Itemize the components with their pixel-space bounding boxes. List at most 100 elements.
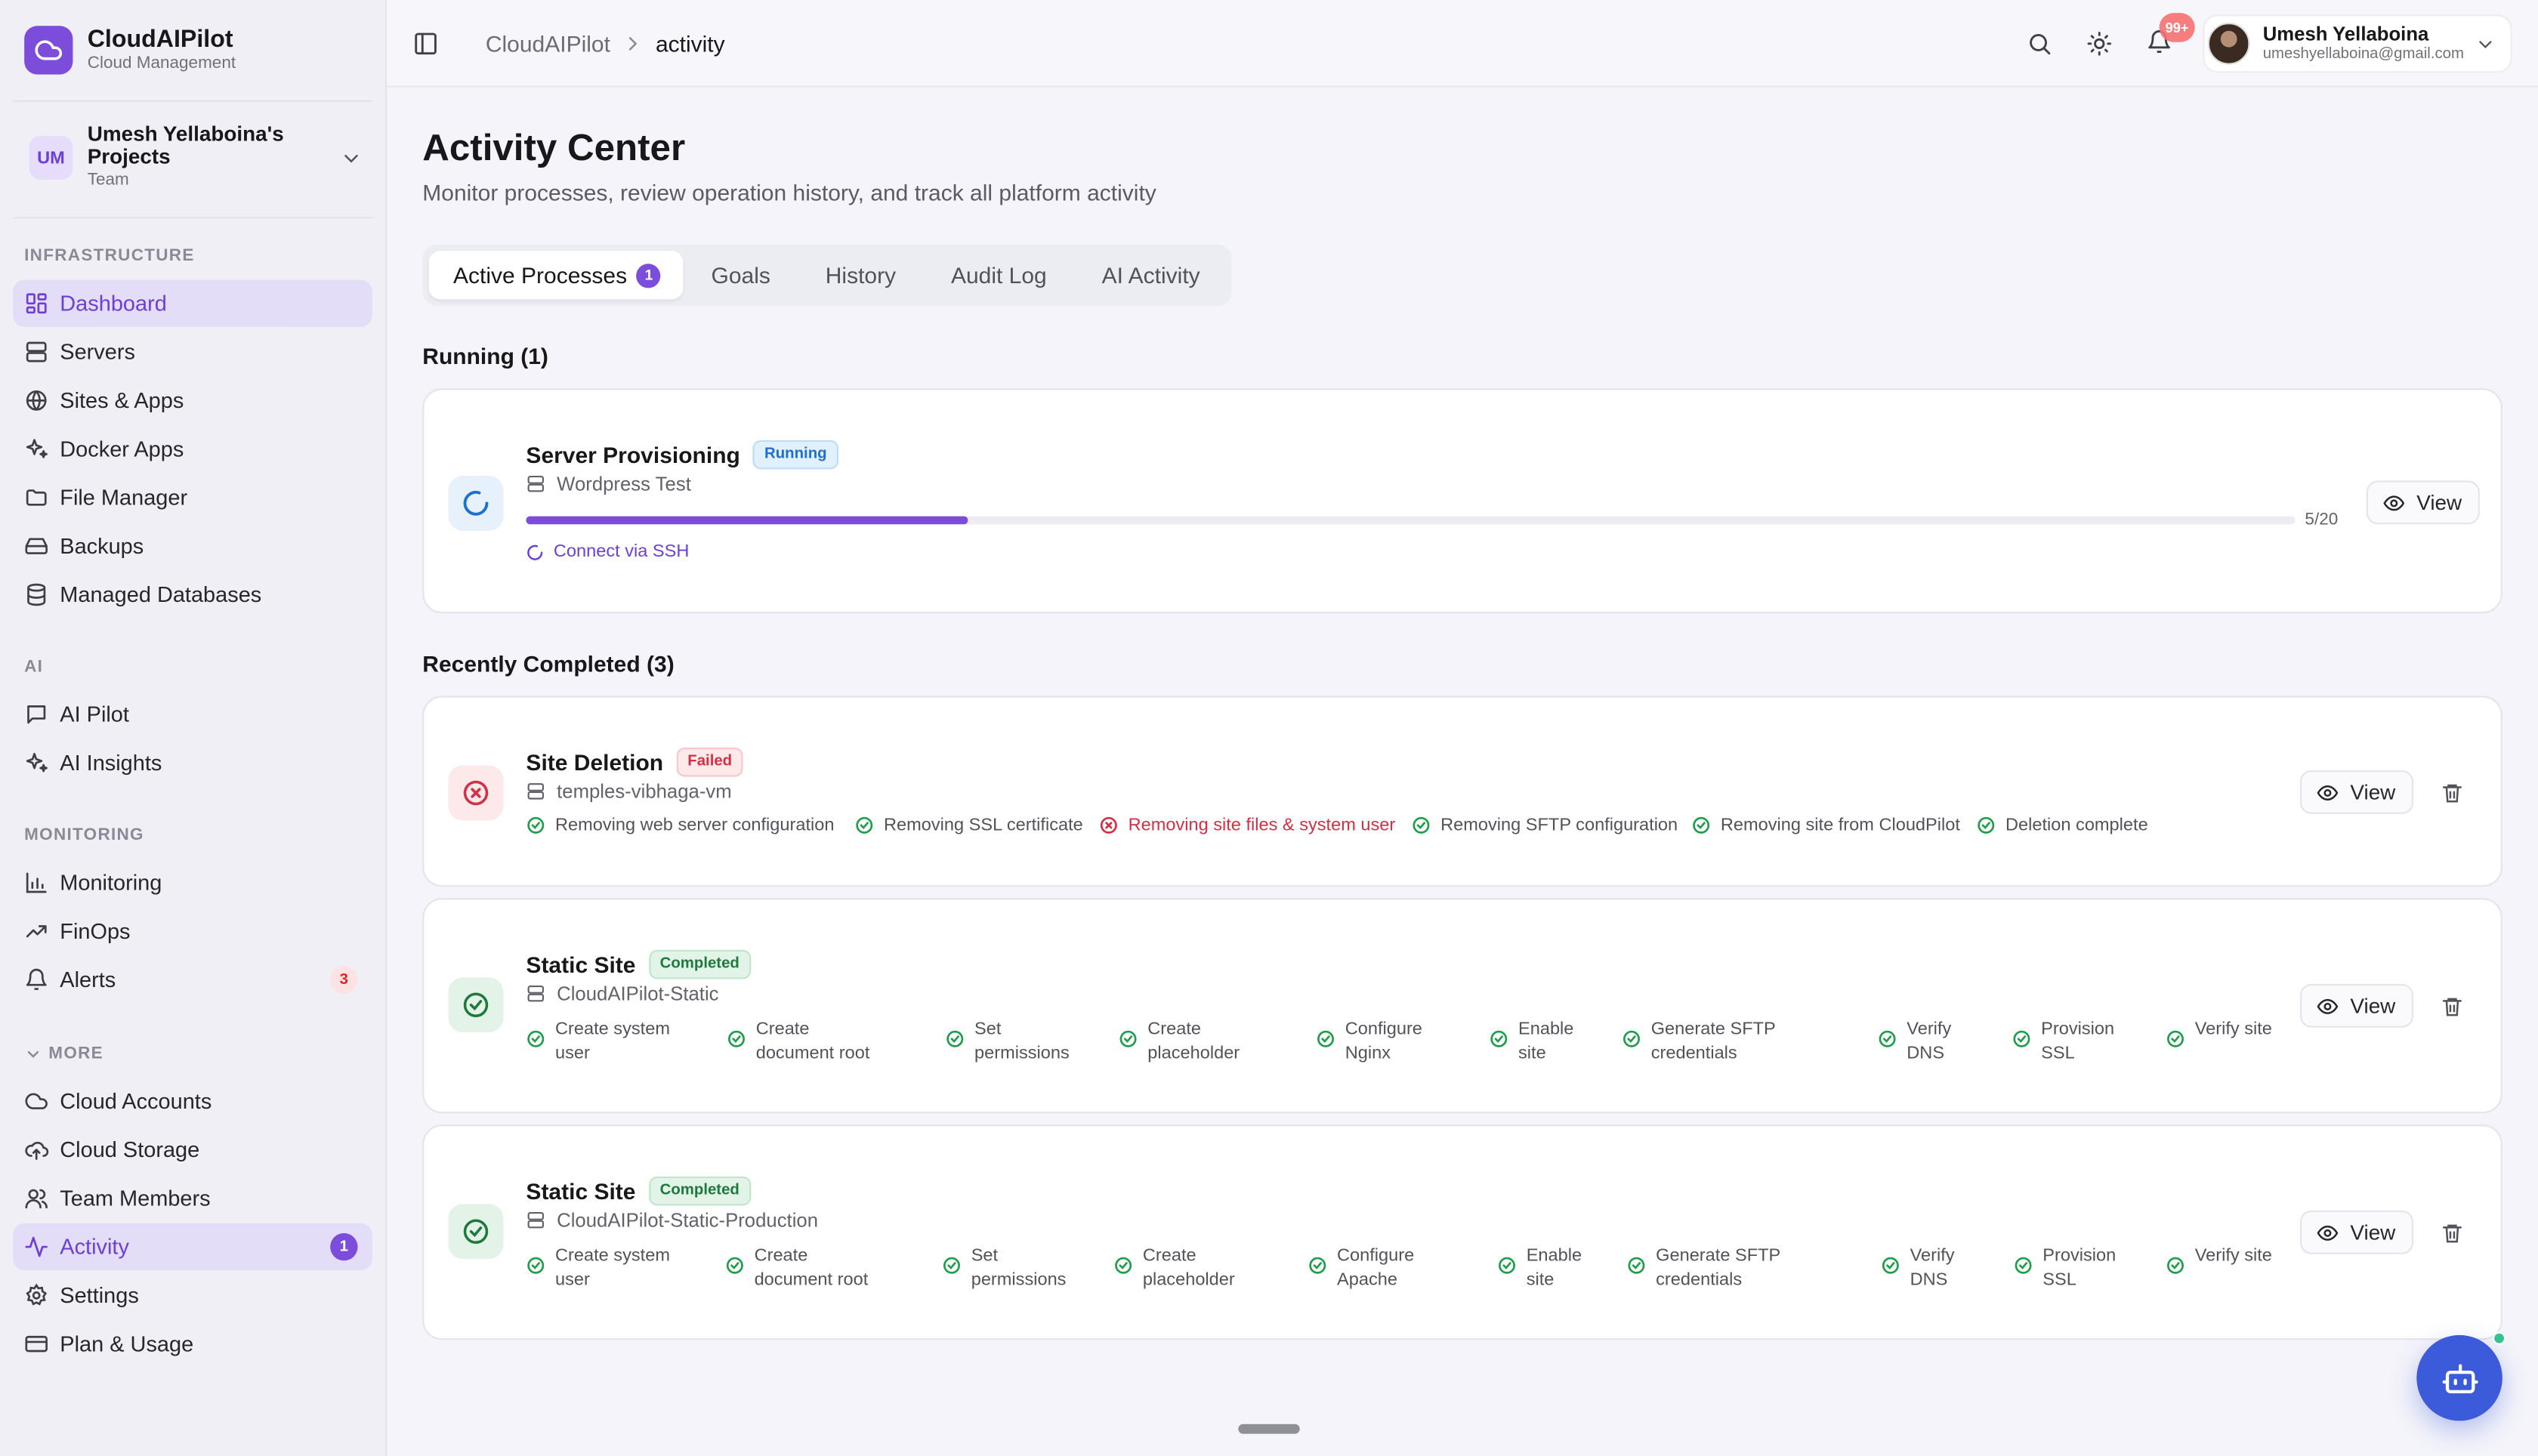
current-step: Connect via SSH — [526, 542, 689, 562]
sidebar-item-finops[interactable]: FinOps — [13, 908, 372, 955]
trash-icon[interactable] — [2439, 780, 2465, 806]
step-item: Verify site — [2166, 1245, 2272, 1276]
view-button-label: View — [2350, 779, 2396, 804]
sidebar-item-cloud-storage[interactable]: Cloud Storage — [13, 1126, 372, 1173]
process-title: Site Deletion — [526, 749, 664, 776]
sidebar-item-label: Team Members — [60, 1186, 211, 1211]
step-label: Create placeholder — [1142, 1246, 1235, 1289]
view-button[interactable]: View — [2366, 480, 2480, 525]
step-label: Provision SSL — [2041, 1020, 2115, 1063]
step-item: Create document root — [725, 1245, 881, 1291]
trash-icon[interactable] — [2439, 994, 2465, 1020]
view-button[interactable]: View — [2300, 1210, 2413, 1254]
sidebar-item-docker[interactable]: Docker Apps — [13, 426, 372, 473]
step-label: Removing site files & system user — [1128, 816, 1396, 835]
step-item: Provision SSL — [2014, 1245, 2137, 1291]
sidebar-item-plan[interactable]: Plan & Usage — [13, 1321, 372, 1368]
check-circle-icon — [1879, 1030, 1896, 1047]
server-icon — [527, 783, 544, 800]
sidebar-item-label: FinOps — [60, 919, 131, 944]
sidebar-item-file-manager[interactable]: File Manager — [13, 474, 372, 521]
sidebar-item-backups[interactable]: Backups — [13, 523, 372, 569]
sidebar-item-label: Activity — [60, 1235, 129, 1260]
section-toggle-more[interactable]: MORE — [24, 1044, 103, 1063]
sidebar-item-dashboard[interactable]: Dashboard — [13, 279, 372, 327]
check-circle-icon — [2167, 1257, 2184, 1274]
tab-bar: Active Processes 1 Goals History Audit L… — [422, 244, 1232, 306]
users-icon — [24, 1186, 48, 1211]
step-item: Create document root — [727, 1018, 882, 1065]
status-badge: Completed — [648, 1176, 751, 1206]
step-label: Create document root — [755, 1020, 870, 1063]
user-menu[interactable]: Umesh Yellaboina umeshyellaboina@gmail.c… — [2203, 14, 2512, 73]
search-icon[interactable] — [2027, 31, 2052, 57]
folder-icon — [24, 486, 48, 510]
activity-count-badge: 1 — [330, 1232, 358, 1261]
step-label: Removing SSL certificate — [884, 816, 1083, 835]
check-circle-icon — [1309, 1257, 1326, 1274]
loader-icon — [527, 544, 543, 560]
sidebar-item-alerts[interactable]: Alerts 3 — [13, 956, 372, 1003]
globe-icon — [24, 388, 48, 412]
chevron-down-icon — [27, 1050, 39, 1057]
sidebar-item-cloud-accounts[interactable]: Cloud Accounts — [13, 1078, 372, 1124]
sun-icon[interactable] — [2086, 31, 2112, 57]
check-circle-icon — [1693, 816, 1710, 834]
team-switcher[interactable]: UM Umesh Yellaboina's Projects Team — [29, 122, 363, 190]
process-title-row: Static Site Completed — [526, 1176, 751, 1206]
user-name: Umesh Yellaboina — [2262, 23, 2429, 45]
tab-active-processes[interactable]: Active Processes 1 — [428, 251, 684, 300]
sidebar-item-servers[interactable]: Servers — [13, 329, 372, 375]
sidebar-item-sites[interactable]: Sites & Apps — [13, 377, 372, 424]
sidebar-item-label: Cloud Storage — [60, 1137, 200, 1162]
sidebar-item-label: Docker Apps — [60, 436, 184, 461]
database-icon — [24, 582, 48, 606]
brand[interactable]: CloudAIPilot Cloud Management — [24, 26, 236, 75]
tab-ai-activity[interactable]: AI Activity — [1074, 251, 1227, 299]
sidebar-item-ai-pilot[interactable]: AI Pilot — [13, 691, 372, 738]
cloud-icon — [24, 1089, 48, 1113]
credit-card-icon — [24, 1332, 48, 1356]
progress-bar — [526, 516, 2296, 525]
sidebar-item-label: AI Insights — [60, 751, 162, 776]
sidebar-item-activity[interactable]: Activity 1 — [13, 1223, 372, 1271]
process-title: Server Provisioning — [526, 442, 740, 468]
process-target: CloudAIPilot-Static — [526, 982, 719, 1005]
process-target-name: Wordpress Test — [557, 472, 691, 495]
step-item: Set permissions — [945, 1018, 1101, 1065]
bot-icon — [2441, 1363, 2478, 1393]
step-label: Verify site — [2194, 1020, 2272, 1039]
status-badge: Running — [753, 440, 838, 470]
server-icon — [527, 1211, 544, 1229]
tab-goals[interactable]: Goals — [684, 251, 798, 299]
sidebar-item-label: Backups — [60, 534, 144, 559]
check-circle-icon — [1882, 1257, 1899, 1274]
tab-history[interactable]: History — [798, 251, 923, 299]
process-title: Static Site — [526, 1178, 636, 1205]
check-circle-icon — [726, 1257, 743, 1274]
breadcrumb-root[interactable]: CloudAIPilot — [486, 31, 610, 57]
scroll-handle[interactable] — [1238, 1424, 1300, 1434]
check-circle-icon — [1317, 1030, 1334, 1047]
view-button[interactable]: View — [2300, 983, 2413, 1028]
sidebar-item-settings[interactable]: Settings — [13, 1272, 372, 1319]
sparkles-icon — [24, 437, 48, 461]
view-button[interactable]: View — [2300, 770, 2413, 814]
sidebar-item-monitoring[interactable]: Monitoring — [13, 859, 372, 906]
sparkles-icon — [24, 751, 48, 775]
chevron-down-icon — [344, 154, 358, 163]
sidebar-item-ai-insights[interactable]: AI Insights — [13, 739, 372, 786]
step-item: Deletion complete — [1976, 816, 2148, 835]
trash-icon[interactable] — [2439, 1220, 2465, 1246]
sidebar-toggle-icon[interactable] — [412, 31, 438, 57]
step-item: Removing SSL certificate — [854, 816, 1083, 835]
sidebar-item-databases[interactable]: Managed Databases — [13, 571, 372, 618]
process-target: temples-vibhaga-vm — [526, 780, 732, 803]
step-label: Configure Nginx — [1345, 1020, 1422, 1063]
sidebar-item-team-members[interactable]: Team Members — [13, 1175, 372, 1222]
tab-audit-log[interactable]: Audit Log — [924, 251, 1075, 299]
top-bar: CloudAIPilot activity 99+ Umesh Yellaboi… — [387, 0, 2538, 88]
bar-chart-icon — [24, 871, 48, 895]
ai-assistant-button[interactable] — [2416, 1334, 2502, 1421]
avatar — [2207, 23, 2250, 65]
